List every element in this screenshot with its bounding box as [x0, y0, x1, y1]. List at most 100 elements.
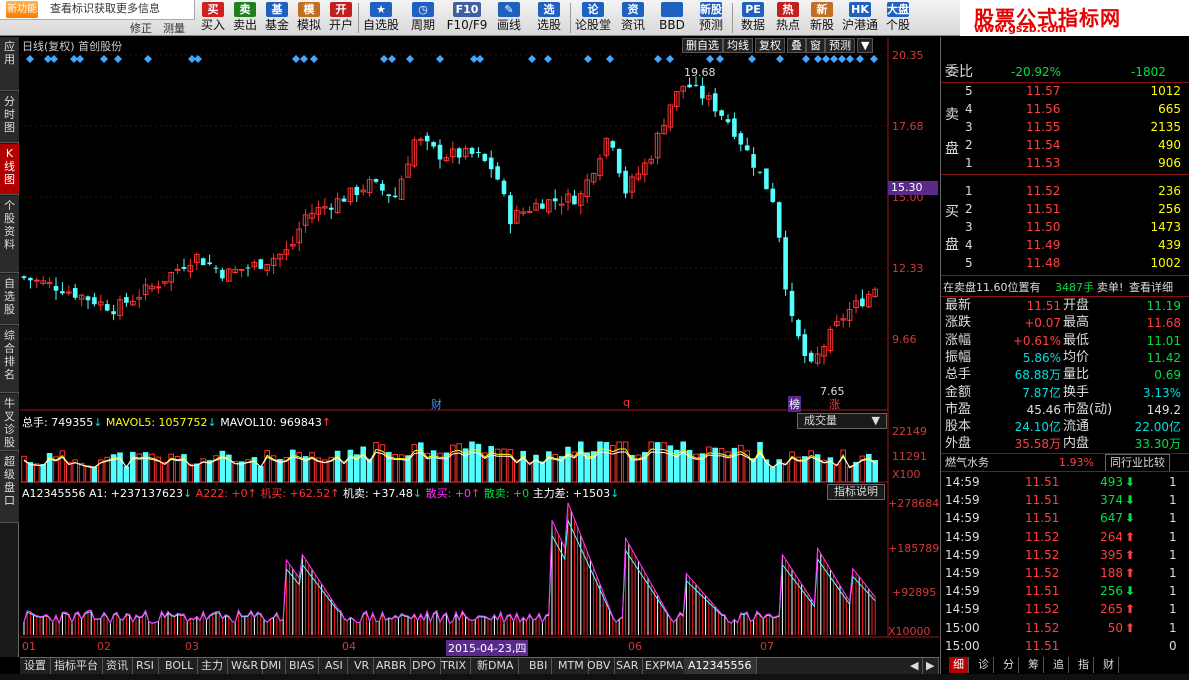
bottom-tab-18[interactable]: SAR	[612, 658, 644, 674]
bottom-tab-0[interactable]: 设置	[20, 658, 51, 674]
toolbar-2-button[interactable]: 基基金	[261, 0, 293, 36]
bottom-tab-5[interactable]: 主力	[197, 658, 228, 674]
volume-bar	[456, 443, 462, 483]
bottom-tab-14[interactable]: 新DMA	[473, 658, 519, 674]
quote-tab-0[interactable]: 细	[949, 657, 969, 673]
quote-value: 11.68	[1146, 316, 1181, 331]
event-marker-q[interactable]: q	[623, 396, 630, 409]
bottom-tab-3[interactable]: RSI	[132, 658, 159, 674]
bottom-tab-12[interactable]: DPO	[408, 658, 441, 674]
toolbar-5-button[interactable]: ★ 自选股	[361, 0, 401, 36]
quote-tab-5[interactable]: 指	[1074, 657, 1094, 673]
volume-bar	[418, 442, 424, 483]
tab-scroll-left-icon[interactable]: ◀	[906, 658, 924, 674]
sell-level: 5	[965, 84, 973, 98]
bottom-tab-15[interactable]: BBI	[525, 658, 553, 674]
toolbar-7-button[interactable]: F10 F10/F9	[445, 0, 489, 36]
left-tab-1[interactable]: 分时图	[0, 92, 19, 143]
toolbar-16-button[interactable]: 新新股	[805, 0, 839, 36]
toolbar-13-button[interactable]: 新股 预测	[691, 0, 731, 36]
main-toolbar: 新功能 查看标识获取更多信息 修正 测量 股票公式指标网 www.gszb.co…	[0, 0, 1189, 36]
toolbar-measure-item[interactable]: 测量	[163, 20, 185, 36]
feature-tip[interactable]: 新功能 查看标识获取更多信息	[0, 0, 195, 20]
quote-value: 3.13%	[1142, 385, 1181, 400]
toolbar-6-button[interactable]: ◷ 周期	[401, 0, 445, 36]
left-tab-2[interactable]: K线图	[0, 144, 19, 195]
quote-tab-2[interactable]: 分	[999, 657, 1019, 673]
tab-scroll-right-icon[interactable]: ▶	[922, 658, 940, 674]
remove-favorite-button[interactable]: 删自选	[682, 38, 723, 53]
toolbar-18-button[interactable]: 大盘 个股	[881, 0, 915, 36]
bottom-tab-11[interactable]: ARBR	[372, 658, 412, 674]
bottom-tab-9[interactable]: ASI	[321, 658, 348, 674]
indicator-help-button[interactable]: 指标说明	[827, 484, 885, 500]
toolbar-fix-item[interactable]: 修正	[130, 20, 152, 36]
quote-tab-1[interactable]: 诊	[974, 657, 994, 673]
bottom-tab-2[interactable]: 资讯	[102, 658, 133, 674]
toolbar-12-button[interactable]: BBD	[653, 0, 691, 36]
toolbar-3-button[interactable]: 模模拟	[293, 0, 325, 36]
menu-toggle-icon[interactable]: ▼	[857, 38, 874, 53]
left-tab-3[interactable]: 个股资料	[0, 196, 19, 273]
left-tab-char: 盘	[4, 481, 15, 494]
left-tab-4[interactable]: 自选股	[0, 274, 19, 325]
toolbar-icon: 开	[330, 2, 352, 17]
volume-indicator-dropdown[interactable]: 成交量 ▼	[797, 413, 887, 429]
bottom-tab-10[interactable]: VR	[350, 658, 375, 674]
industry-compare-button[interactable]: 同行业比较	[1105, 454, 1170, 472]
buy-level: 5	[965, 256, 973, 270]
forecast-button[interactable]: 预测	[825, 38, 855, 53]
left-tab-char: 用	[4, 53, 15, 66]
left-tab-7[interactable]: 超级盘口	[0, 452, 19, 523]
overlay-button[interactable]: 叠	[787, 38, 806, 53]
quote-tab-6[interactable]: 财	[1099, 657, 1119, 673]
bottom-tab-20[interactable]: A12345556	[684, 658, 757, 674]
toolbar-4-button[interactable]: 开开户	[325, 0, 357, 36]
toolbar-button-label: 预测	[698, 18, 723, 32]
sell-level: 1	[965, 156, 973, 170]
toolbar-15-button[interactable]: 热热点	[771, 0, 805, 36]
toolbar-9-button[interactable]: 选选股	[529, 0, 569, 36]
left-tab-0[interactable]: 应用	[0, 37, 19, 91]
event-marker-finance[interactable]: 财	[431, 396, 442, 412]
kline-chart-area[interactable]: 日线(复权) 首创股份 删自选 均线 复权 叠 窗 预测 ▼ 20.35 17.…	[20, 37, 939, 657]
toolbar-14-button[interactable]: PE 数据	[735, 0, 771, 36]
volume-bar	[232, 461, 238, 483]
toolbar-10-button[interactable]: 论论股堂	[573, 0, 613, 36]
bottom-tab-19[interactable]: EXPMA	[641, 658, 689, 674]
candle-down	[341, 198, 347, 202]
bottom-tab-17[interactable]: OBV	[583, 658, 616, 674]
event-marker-rank[interactable]: 榜	[788, 396, 801, 412]
window-button[interactable]: 窗	[806, 38, 825, 53]
toolbar-button-label: 模拟	[296, 18, 321, 32]
event-marker-rise[interactable]: 涨	[829, 396, 840, 412]
toolbar-icon: 卖	[234, 2, 256, 17]
tick-time: 15:00	[945, 638, 980, 653]
toolbar-8-button[interactable]: ✎ 画线	[489, 0, 529, 36]
bottom-tab-4[interactable]: BOLL	[161, 658, 199, 674]
quote-tab-3[interactable]: 筹	[1024, 657, 1044, 673]
volume-bar	[27, 462, 34, 483]
bottom-tab-1[interactable]: 指标平台	[50, 658, 103, 674]
adjust-button[interactable]: 复权	[755, 38, 785, 53]
tick-volume: 264	[1100, 529, 1123, 544]
toolbar-1-button[interactable]: 卖卖出	[229, 0, 261, 36]
toolbar-icon: 模	[298, 2, 320, 17]
toolbar-0-button[interactable]: 买买入	[197, 0, 229, 36]
bottom-tab-7[interactable]: DMI	[256, 658, 287, 674]
candle-down	[719, 110, 724, 116]
tick-time: 14:59	[945, 529, 980, 544]
volume-bar	[162, 462, 168, 483]
buy-price: 11.48	[1026, 256, 1061, 270]
bottom-tab-8[interactable]: BIAS	[285, 658, 320, 674]
candle-down	[540, 203, 545, 209]
toolbar-17-button[interactable]: HK 沪港通	[839, 0, 881, 36]
kline-chart-svg[interactable]	[20, 37, 939, 657]
quote-tab-4[interactable]: 追	[1049, 657, 1069, 673]
left-tab-6[interactable]: 牛叉诊股	[0, 394, 19, 451]
bottom-tab-13[interactable]: TRIX	[437, 658, 472, 674]
left-tab-5[interactable]: 综合排名	[0, 326, 19, 393]
view-detail-link[interactable]: 查看详细	[1129, 280, 1173, 296]
toolbar-11-button[interactable]: 资资讯	[613, 0, 653, 36]
ma-button[interactable]: 均线	[723, 38, 753, 53]
